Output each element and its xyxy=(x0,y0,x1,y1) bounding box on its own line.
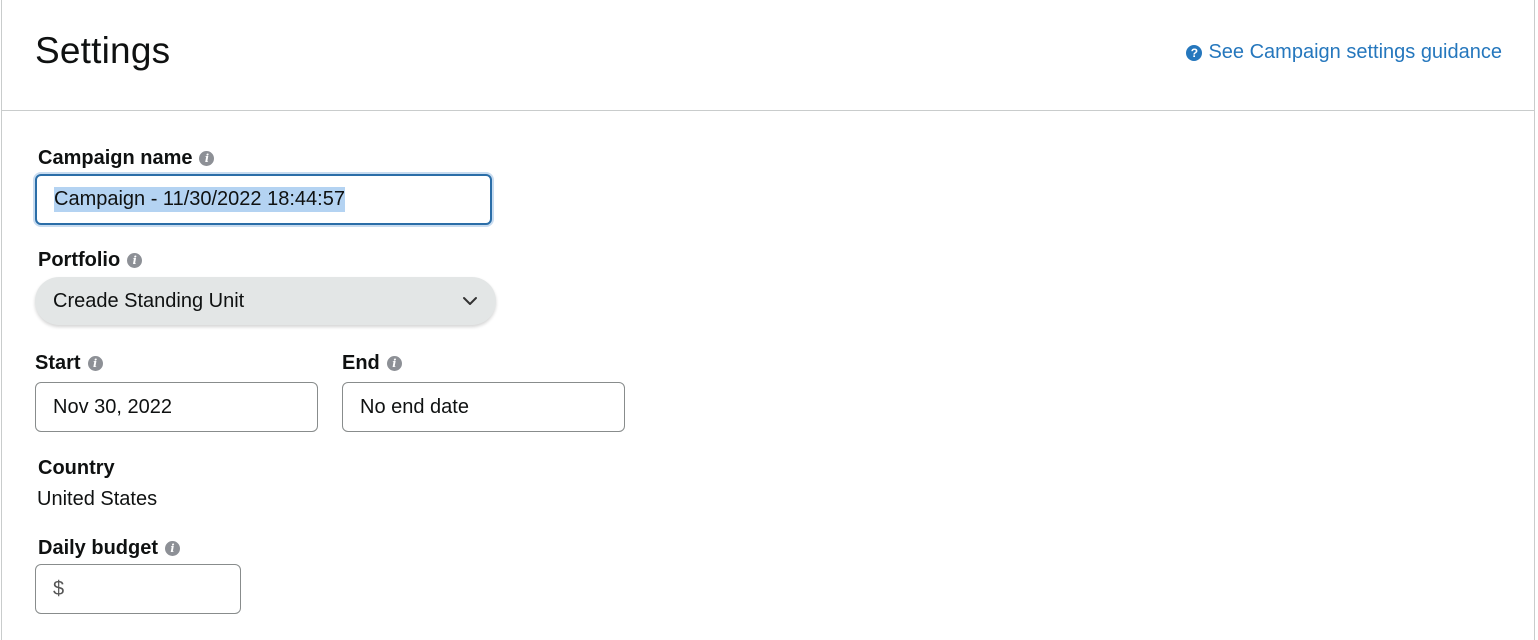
country-value: United States xyxy=(37,488,158,510)
campaign-name-label: Campaign name i xyxy=(38,147,215,170)
chevron-down-icon xyxy=(462,293,478,309)
currency-symbol: $ xyxy=(53,577,65,600)
help-icon: ? xyxy=(1186,44,1203,61)
start-info-icon[interactable]: i xyxy=(87,356,103,371)
portfolio-label: Portfolio i xyxy=(38,249,143,272)
campaign-name-input[interactable]: Campaign - 11/30/2022 18:44:57 xyxy=(35,174,492,225)
daily-budget-label: Daily budget i xyxy=(38,537,181,560)
settings-header: Settings ? See Campaign settings guidanc… xyxy=(2,0,1534,111)
page-title: Settings xyxy=(35,30,171,71)
end-label: End i xyxy=(342,352,402,375)
start-date-input[interactable]: Nov 30, 2022 xyxy=(35,382,318,432)
end-date-value: No end date xyxy=(360,395,469,418)
portfolio-select[interactable]: Creade Standing Unit xyxy=(35,277,496,325)
daily-budget-input[interactable]: $ xyxy=(35,564,241,614)
start-label: Start i xyxy=(35,352,103,375)
campaign-settings-guidance-link[interactable]: ? See Campaign settings guidance xyxy=(1186,41,1502,64)
country-label: Country xyxy=(38,457,115,479)
end-info-icon[interactable]: i xyxy=(386,356,402,371)
portfolio-info-icon[interactable]: i xyxy=(127,253,143,268)
guidance-link-label: See Campaign settings guidance xyxy=(1208,41,1502,63)
start-date-value: Nov 30, 2022 xyxy=(53,395,172,418)
end-date-input[interactable]: No end date xyxy=(342,382,625,432)
portfolio-selected-value: Creade Standing Unit xyxy=(53,289,245,312)
campaign-name-info-icon[interactable]: i xyxy=(199,151,215,166)
settings-panel: Settings ? See Campaign settings guidanc… xyxy=(1,0,1535,640)
campaign-name-value: Campaign - 11/30/2022 18:44:57 xyxy=(54,187,345,212)
daily-budget-info-icon[interactable]: i xyxy=(165,541,181,556)
